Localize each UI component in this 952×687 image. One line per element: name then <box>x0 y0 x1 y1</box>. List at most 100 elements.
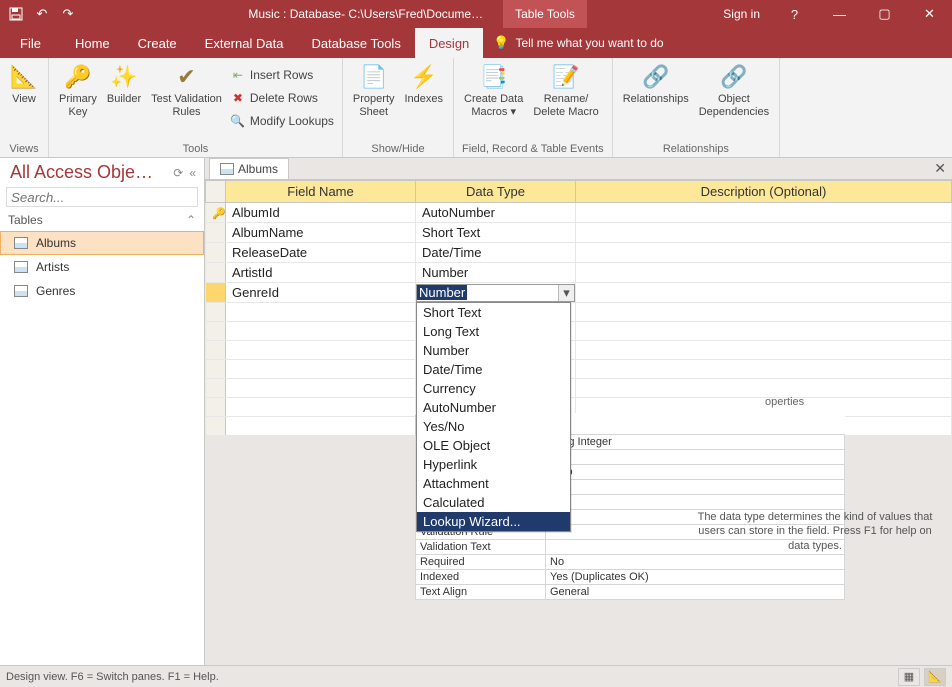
field-name-cell[interactable]: ReleaseDate <box>226 243 416 263</box>
data-type-cell[interactable]: Number <box>416 263 576 283</box>
property-value[interactable] <box>546 480 845 495</box>
datasheet-view-icon[interactable]: ▦ <box>898 668 920 686</box>
property-value[interactable] <box>546 495 845 510</box>
tell-me-search[interactable]: 💡 Tell me what you want to do <box>493 35 663 51</box>
dropdown-option[interactable]: Calculated <box>417 493 570 512</box>
data-type-cell[interactable]: Number▾Short TextLong TextNumberDate/Tim… <box>416 283 576 303</box>
description-cell[interactable] <box>576 223 952 243</box>
field-name-cell[interactable]: GenreId <box>226 283 416 303</box>
header-data-type[interactable]: Data Type <box>416 181 576 203</box>
dropdown-option[interactable]: Attachment <box>417 474 570 493</box>
description-cell[interactable] <box>576 203 952 223</box>
nav-item-albums[interactable]: Albums <box>0 231 204 255</box>
nav-title[interactable]: All Access Obje… <box>10 162 173 183</box>
row-selector[interactable] <box>206 223 226 243</box>
row-selector[interactable] <box>206 283 226 303</box>
chevron-down-icon[interactable]: ▾ <box>558 285 574 301</box>
dropdown-option[interactable]: Hyperlink <box>417 455 570 474</box>
dropdown-option[interactable]: Number <box>417 341 570 360</box>
minimize-icon[interactable]: — <box>817 0 862 28</box>
property-sheet-button[interactable]: 📄 Property Sheet <box>351 61 397 120</box>
table-row[interactable]: GenreIdNumber▾Short TextLong TextNumberD… <box>206 283 952 303</box>
nav-item-artists[interactable]: Artists <box>0 255 204 279</box>
row-selector[interactable] <box>206 263 226 283</box>
builder-button[interactable]: ✨ Builder <box>105 61 143 131</box>
data-type-combobox[interactable]: Number▾ <box>416 284 575 302</box>
table-row[interactable]: ArtistIdNumber <box>206 263 952 283</box>
modify-lookups-button[interactable]: 🔍Modify Lookups <box>230 111 334 131</box>
field-name-cell[interactable]: ArtistId <box>226 263 416 283</box>
property-row[interactable]: RequiredNo <box>416 555 845 570</box>
table-design-grid[interactable]: Field Name Data Type Description (Option… <box>205 180 952 436</box>
tab-external-data[interactable]: External Data <box>191 28 298 58</box>
tab-home[interactable]: Home <box>61 28 124 58</box>
table-row[interactable]: 🔑AlbumIdAutoNumber <box>206 203 952 223</box>
data-type-dropdown[interactable]: Short TextLong TextNumberDate/TimeCurren… <box>416 302 571 532</box>
nav-item-genres[interactable]: Genres <box>0 279 204 303</box>
nav-group-tables[interactable]: Tables ⌃ <box>0 209 204 231</box>
field-name-cell[interactable]: AlbumName <box>226 223 416 243</box>
table-row-empty[interactable] <box>206 303 952 322</box>
view-button[interactable]: 📐 View <box>8 61 40 108</box>
dropdown-option[interactable]: Long Text <box>417 322 570 341</box>
dropdown-option[interactable]: OLE Object <box>417 436 570 455</box>
property-value[interactable]: No <box>546 555 845 570</box>
field-name-cell[interactable]: AlbumId <box>226 203 416 223</box>
row-selector[interactable]: 🔑 <box>206 203 226 223</box>
data-type-cell[interactable]: AutoNumber <box>416 203 576 223</box>
insert-rows-button[interactable]: ⇤Insert Rows <box>230 65 334 85</box>
description-cell[interactable] <box>576 243 952 263</box>
redo-icon[interactable]: ↷ <box>60 6 76 22</box>
undo-icon[interactable]: ↶ <box>34 6 50 22</box>
document-tab-albums[interactable]: Albums <box>209 158 289 179</box>
primary-key-button[interactable]: 🔑 Primary Key <box>57 61 99 131</box>
dropdown-option[interactable]: Date/Time <box>417 360 570 379</box>
delete-rows-button[interactable]: ✖Delete Rows <box>230 88 334 108</box>
tab-database-tools[interactable]: Database Tools <box>297 28 414 58</box>
table-row-empty[interactable] <box>206 341 952 360</box>
property-value[interactable]: Yes (Duplicates OK) <box>546 570 845 585</box>
property-value[interactable]: Long Integer <box>546 435 845 450</box>
dropdown-option[interactable]: Short Text <box>417 303 570 322</box>
data-type-cell[interactable]: Date/Time <box>416 243 576 263</box>
sign-in-link[interactable]: Sign in <box>711 7 772 21</box>
row-selector[interactable] <box>206 243 226 263</box>
dropdown-option[interactable]: Currency <box>417 379 570 398</box>
property-value[interactable]: Auto <box>546 465 845 480</box>
description-cell[interactable] <box>576 263 952 283</box>
create-data-macros-button[interactable]: 📑 Create Data Macros ▾ <box>462 61 525 120</box>
close-window-icon[interactable]: ✕ <box>907 0 952 28</box>
table-row[interactable]: ReleaseDateDate/Time <box>206 243 952 263</box>
tab-create[interactable]: Create <box>124 28 191 58</box>
property-value[interactable] <box>546 450 845 465</box>
header-field-name[interactable]: Field Name <box>226 181 416 203</box>
table-row-empty[interactable] <box>206 379 952 398</box>
nav-search-input[interactable] <box>6 187 198 207</box>
relationships-button[interactable]: 🔗 Relationships <box>621 61 691 120</box>
property-row[interactable]: IndexedYes (Duplicates OK) <box>416 570 845 585</box>
data-type-cell[interactable]: Short Text <box>416 223 576 243</box>
nav-refresh-icon[interactable]: ⟳ <box>173 166 183 180</box>
nav-collapse-icon[interactable]: « <box>189 166 196 180</box>
dropdown-option[interactable]: Yes/No <box>417 417 570 436</box>
table-row-empty[interactable] <box>206 322 952 341</box>
dropdown-option[interactable]: Lookup Wizard... <box>417 512 570 531</box>
tab-design[interactable]: Design <box>415 28 483 58</box>
save-icon[interactable] <box>8 6 24 22</box>
help-icon[interactable]: ? <box>772 0 817 28</box>
header-description[interactable]: Description (Optional) <box>576 181 952 203</box>
object-dependencies-button[interactable]: 🔗 Object Dependencies <box>697 61 771 120</box>
table-row[interactable]: AlbumNameShort Text <box>206 223 952 243</box>
close-document-icon[interactable]: ✕ <box>934 160 946 177</box>
restore-icon[interactable]: ▢ <box>862 0 907 28</box>
dropdown-option[interactable]: AutoNumber <box>417 398 570 417</box>
tab-file[interactable]: File <box>0 28 61 58</box>
table-row-empty[interactable] <box>206 360 952 379</box>
indexes-button[interactable]: ⚡ Indexes <box>403 61 446 120</box>
test-validation-button[interactable]: ✔ Test Validation Rules <box>149 61 224 131</box>
property-value[interactable]: General <box>546 585 845 600</box>
design-view-icon[interactable]: 📐 <box>924 668 946 686</box>
description-cell[interactable] <box>576 283 952 303</box>
property-row[interactable]: Text AlignGeneral <box>416 585 845 600</box>
rename-delete-macro-button[interactable]: 📝 Rename/ Delete Macro <box>531 61 600 120</box>
